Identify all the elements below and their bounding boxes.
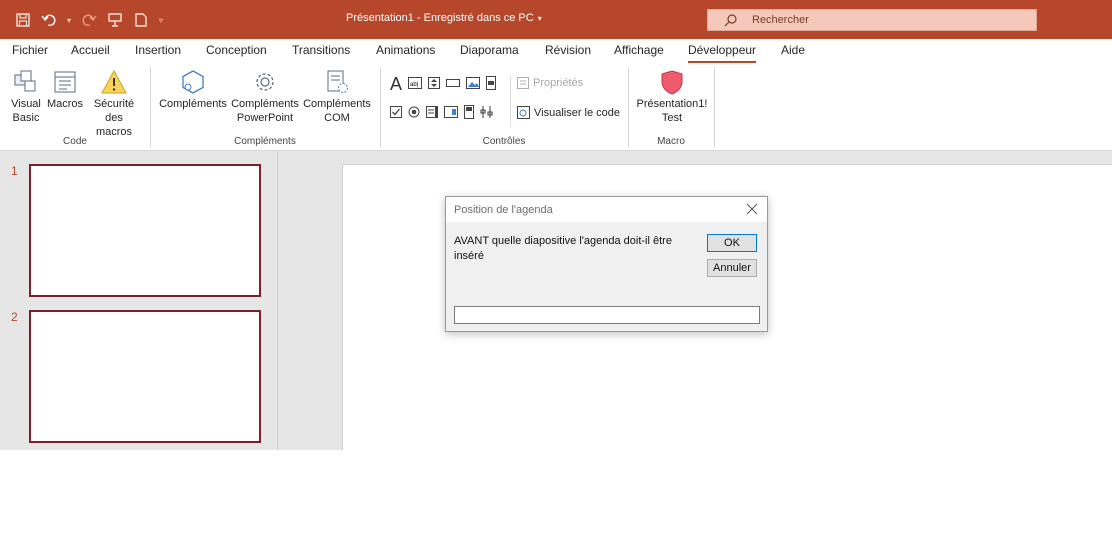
complements-label: Compléments — [159, 98, 227, 110]
dialog-prompt: AVANT quelle diapositive l'agenda doit-i… — [454, 235, 672, 262]
run-macro-label-1: Présentation1! — [636, 98, 708, 110]
tab-accueil[interactable]: Accueil — [71, 43, 110, 57]
group-separator — [714, 67, 715, 147]
tab-conception[interactable]: Conception — [206, 43, 267, 57]
com-addins-label-1: Compléments — [303, 98, 371, 110]
group-label-complements: Compléments — [234, 136, 296, 147]
slide-thumbnail-2[interactable] — [29, 310, 261, 443]
macro-security-button[interactable]: Sécurité des macros — [86, 69, 142, 139]
tab-affichage[interactable]: Affichage — [614, 43, 664, 57]
listbox-control-icon[interactable] — [426, 106, 438, 121]
powerpoint-addins-button[interactable]: Compléments PowerPoint — [230, 69, 300, 125]
close-icon[interactable] — [745, 202, 759, 216]
com-addins-button[interactable]: Compléments COM — [302, 69, 372, 125]
group-separator — [380, 67, 381, 147]
tab-transitions[interactable]: Transitions — [292, 43, 350, 57]
visual-basic-button[interactable]: Visual Basic — [8, 69, 44, 125]
group-label-code: Code — [63, 136, 87, 147]
chevron-down-icon: ▾ — [537, 14, 542, 23]
complements-button[interactable]: Compléments — [158, 69, 228, 111]
title-bar: ▾ ▿ Présentation1 - Enregistré dans ce P… — [0, 0, 1112, 39]
new-file-icon[interactable] — [130, 8, 152, 32]
spin-control-icon[interactable] — [428, 76, 441, 92]
customize-qat-icon[interactable]: ▿ — [156, 16, 166, 25]
cancel-button[interactable]: Annuler — [707, 259, 757, 277]
gear-icon — [256, 73, 274, 91]
undo-icon[interactable] — [38, 8, 60, 32]
slide-number: 1 — [11, 164, 18, 178]
input-dialog: Position de l'agenda AVANT quelle diapos… — [445, 196, 768, 332]
shield-icon — [661, 70, 683, 95]
undo-dropdown-icon[interactable]: ▾ — [64, 16, 74, 25]
tab-revision[interactable]: Révision — [545, 43, 591, 57]
position-input[interactable] — [454, 306, 760, 324]
slide-thumbnail-1[interactable] — [29, 164, 261, 297]
properties-button[interactable]: Propriétés — [517, 77, 583, 89]
tab-insertion[interactable]: Insertion — [135, 43, 181, 57]
controls-row-1: A ab| — [390, 75, 497, 93]
window-title[interactable]: Présentation1 - Enregistré dans ce PC ▾ — [346, 12, 542, 24]
option-control-icon[interactable] — [408, 106, 420, 121]
macros-icon — [54, 71, 76, 93]
button-control-icon[interactable] — [446, 78, 461, 91]
macro-security-label-2: des macros — [95, 112, 133, 138]
search-placeholder: Rechercher — [752, 14, 809, 26]
powerpoint-addins-label-2: PowerPoint — [236, 112, 294, 124]
tab-diaporama[interactable]: Diaporama — [460, 43, 519, 57]
com-addins-label-2: COM — [324, 112, 350, 124]
controls-row-2 — [390, 105, 494, 122]
hexagon-icon — [182, 70, 204, 94]
textbox-control-icon[interactable]: ab| — [408, 76, 423, 92]
tab-animations[interactable]: Animations — [376, 43, 435, 57]
visual-basic-icon — [14, 70, 36, 92]
visual-basic-label-2: Basic — [12, 112, 40, 124]
image-control-icon[interactable] — [466, 76, 481, 92]
run-macro-label-2: Test — [661, 112, 683, 124]
empty-area — [0, 450, 1112, 546]
properties-icon — [517, 77, 529, 89]
search-icon — [724, 14, 737, 27]
svg-text:ab|: ab| — [410, 82, 419, 88]
group-label-macro: Macro — [657, 136, 685, 147]
dialog-title-bar[interactable]: Position de l'agenda — [446, 197, 767, 222]
more-controls-icon[interactable] — [480, 105, 494, 122]
dialog-title: Position de l'agenda — [454, 204, 553, 216]
present-icon[interactable] — [104, 8, 126, 32]
view-code-label: Visualiser le code — [534, 106, 621, 119]
powerpoint-addins-label-1: Compléments — [231, 98, 299, 110]
search-box[interactable]: Rechercher — [707, 9, 1037, 31]
slide-thumbnail-pane: 1 2 — [0, 151, 278, 450]
tab-developpeur[interactable]: Développeur — [688, 43, 757, 64]
com-addins-icon — [327, 70, 348, 93]
group-label-controles: Contrôles — [482, 136, 526, 147]
warning-icon — [101, 69, 127, 94]
macro-security-label-1: Sécurité — [93, 98, 135, 110]
tab-fichier[interactable]: Fichier — [12, 43, 48, 57]
run-macro-button[interactable]: Présentation1! Test — [634, 69, 710, 125]
ribbon-tabs: Fichier Accueil Insertion Conception Tra… — [0, 39, 1112, 64]
window-title-text: Présentation1 - Enregistré dans ce PC — [346, 12, 534, 24]
slide-number: 2 — [11, 310, 18, 324]
macros-button[interactable]: Macros — [46, 69, 84, 111]
toggle-control-icon[interactable] — [464, 105, 474, 122]
tab-aide[interactable]: Aide — [781, 43, 805, 57]
redo-icon[interactable] — [78, 8, 100, 32]
scrollbar-control-icon[interactable] — [486, 75, 497, 93]
ribbon: Visual Basic Macros Sécurité des macros … — [0, 63, 1112, 151]
save-icon[interactable] — [12, 8, 34, 32]
group-separator — [150, 67, 151, 147]
view-code-icon — [517, 106, 530, 119]
label-control-icon[interactable]: A — [390, 75, 402, 93]
visual-basic-label-1: Visual — [11, 98, 41, 110]
quick-access-toolbar: ▾ ▿ — [12, 8, 166, 32]
ok-button[interactable]: OK — [707, 234, 757, 252]
properties-label: Propriétés — [533, 77, 584, 89]
view-code-button[interactable]: Visualiser le code — [517, 106, 620, 119]
combobox-control-icon[interactable] — [444, 106, 458, 121]
group-separator — [628, 67, 629, 147]
checkbox-control-icon[interactable] — [390, 106, 402, 121]
controls-divider — [510, 75, 511, 127]
macros-label: Macros — [46, 98, 84, 110]
